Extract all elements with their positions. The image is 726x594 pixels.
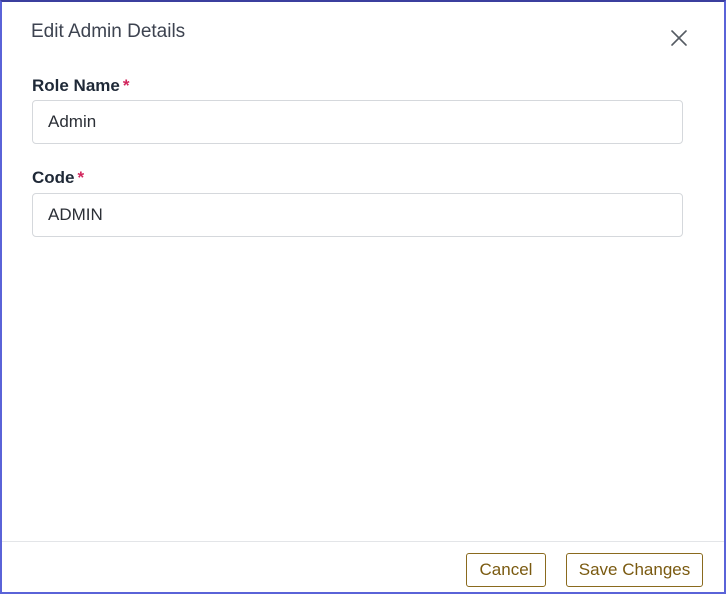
edit-admin-dialog: Edit Admin Details Role Name* Code* Canc… (0, 0, 726, 594)
close-icon (668, 27, 690, 49)
role-name-label-text: Role Name (32, 76, 120, 95)
cancel-button[interactable]: Cancel (466, 553, 546, 587)
footer-divider (2, 541, 724, 542)
code-input[interactable] (32, 193, 683, 237)
code-label-text: Code (32, 168, 75, 187)
required-indicator: * (77, 168, 85, 187)
required-indicator: * (122, 76, 130, 95)
code-label: Code * (32, 168, 84, 188)
role-name-label: Role Name * (32, 76, 130, 96)
close-button[interactable] (668, 27, 690, 49)
dialog-title: Edit Admin Details (31, 21, 186, 42)
role-name-input[interactable] (32, 100, 683, 144)
save-changes-button[interactable]: Save Changes (566, 553, 703, 587)
